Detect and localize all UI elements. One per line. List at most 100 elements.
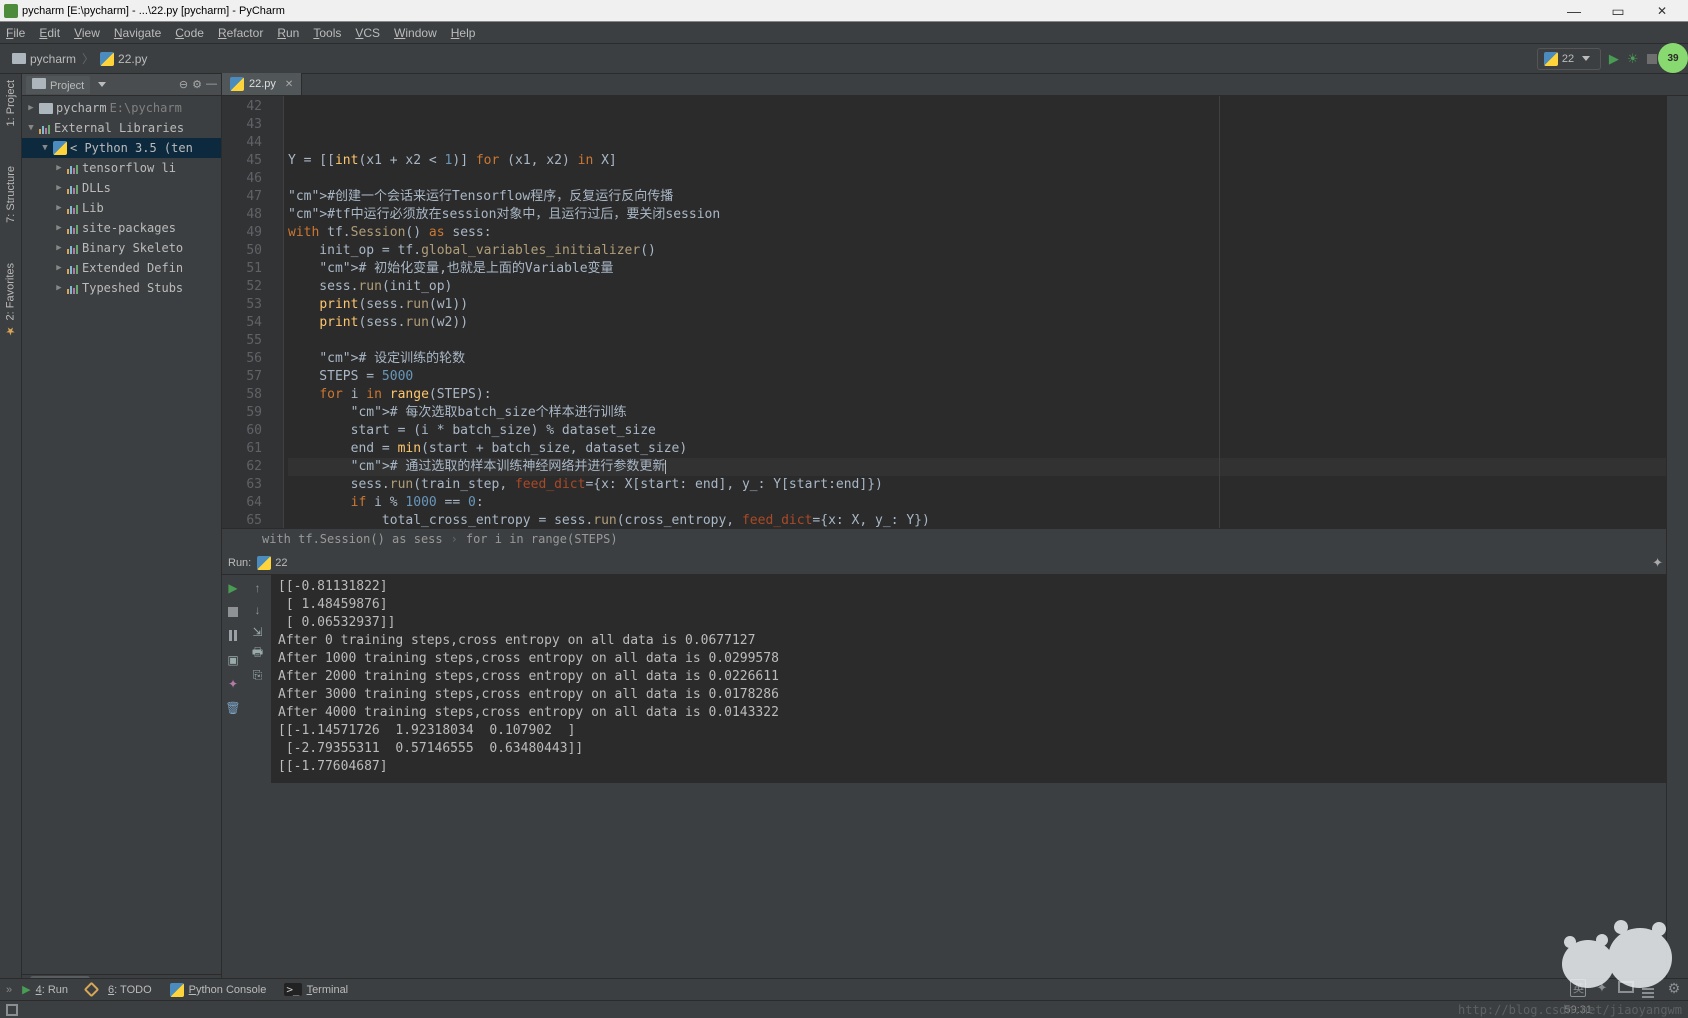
chevron-down-icon[interactable] (98, 82, 106, 87)
bottom-tab-terminal[interactable]: >_Terminal (284, 983, 348, 997)
tree-arrow-icon[interactable]: ▶ (54, 283, 64, 293)
code-line[interactable] (288, 332, 1688, 350)
code-line[interactable]: "cm"># 通过选取的样本训练神经网络并进行参数更新 (288, 458, 1688, 476)
tree-item[interactable]: ▶Binary Skeleto (22, 238, 221, 258)
gear-icon[interactable]: ⚙ (1666, 980, 1682, 997)
code-line[interactable]: "cm"># 初始化变量,也就是上面的Variable变量 (288, 260, 1688, 278)
code-line[interactable]: start = (i * batch_size) % dataset_size (288, 422, 1688, 440)
tool-windows-icon[interactable] (6, 1004, 18, 1016)
code-line[interactable]: print(sess.run(w2)) (288, 314, 1688, 332)
tree-item[interactable]: ▶pycharm E:\pycharm (22, 98, 221, 118)
tree-arrow-icon[interactable]: ▼ (26, 123, 36, 133)
code-line[interactable]: for i in range(STEPS): (288, 386, 1688, 404)
stop-button[interactable] (225, 604, 241, 620)
collapse-icon[interactable]: ⊖ (179, 78, 188, 91)
soft-wrap-button[interactable]: ⇲ (250, 624, 266, 640)
line-number[interactable]: 54 (224, 314, 262, 332)
pause-button[interactable] (225, 628, 241, 644)
code-line[interactable]: "cm">#tf中运行必须放在session对象中，且运行过后，要关闭sessi… (288, 206, 1688, 224)
show-toolwindows-button[interactable]: » (6, 984, 12, 996)
line-number[interactable]: 45 (224, 152, 262, 170)
tree-item[interactable]: ▶site-packages (22, 218, 221, 238)
line-number[interactable]: 61 (224, 440, 262, 458)
code-line[interactable]: "cm"># 每次选取batch_size个样本进行训练 (288, 404, 1688, 422)
tree-arrow-icon[interactable]: ▼ (40, 143, 50, 153)
menu-help[interactable]: Help (451, 26, 476, 40)
menu-vcs[interactable]: VCS (355, 26, 380, 40)
tree-arrow-icon[interactable]: ▶ (54, 163, 64, 173)
line-number[interactable]: 43 (224, 116, 262, 134)
line-number[interactable]: 52 (224, 278, 262, 296)
code-line[interactable]: print(sess.run(w1)) (288, 296, 1688, 314)
tree-item[interactable]: ▶Typeshed Stubs (22, 278, 221, 298)
line-number[interactable]: 49 (224, 224, 262, 242)
tree-arrow-icon[interactable]: ▶ (54, 263, 64, 273)
tree-arrow-icon[interactable]: ▶ (26, 103, 36, 113)
stop-button[interactable] (1647, 54, 1657, 64)
tray-icon[interactable]: ✦ (1594, 980, 1610, 996)
bottom-tab-pythonconsole[interactable]: Python Console (170, 983, 267, 997)
tray-icon[interactable] (1642, 978, 1658, 998)
code-line[interactable]: end = min(start + batch_size, dataset_si… (288, 440, 1688, 458)
line-number[interactable]: 55 (224, 332, 262, 350)
pin-button[interactable]: ✦ (225, 676, 241, 692)
code-line[interactable]: sess.run(train_step, feed_dict={x: X[sta… (288, 476, 1688, 494)
tree-arrow-icon[interactable]: ▶ (54, 183, 64, 193)
code-line[interactable]: if i % 1000 == 0: (288, 494, 1688, 512)
code-line[interactable]: with tf.Session() as sess: (288, 224, 1688, 242)
tree-arrow-icon[interactable]: ▶ (54, 243, 64, 253)
code-line[interactable]: STEPS = 5000 (288, 368, 1688, 386)
close-tab-icon[interactable]: ✕ (285, 79, 293, 90)
code-line[interactable]: sess.run(init_op) (288, 278, 1688, 296)
line-number[interactable]: 64 (224, 494, 262, 512)
trash-button[interactable]: 🗑 (225, 700, 241, 716)
breadcrumb-segment[interactable]: with tf.Session() as sess (262, 532, 443, 546)
line-number[interactable]: 65 (224, 512, 262, 528)
tree-arrow-icon[interactable]: ▶ (54, 223, 64, 233)
tree-item[interactable]: ▶Lib (22, 198, 221, 218)
export-button[interactable]: ⎘ (250, 668, 266, 684)
code-editor[interactable]: 4243444546474849505152535455565758596061… (222, 96, 1688, 528)
code-breadcrumb[interactable]: with tf.Session() as sess›for i in range… (222, 528, 1688, 550)
tool-tab-project[interactable]: 1: Project (5, 80, 17, 126)
code-line[interactable]: Y = [[int(x1 + x2 < 1)] for (x1, x2) in … (288, 152, 1688, 170)
code-line[interactable] (288, 170, 1688, 188)
project-tab[interactable]: Project (26, 76, 90, 94)
bottom-tab-run[interactable]: ▶4: Run (22, 983, 68, 997)
ime-indicator[interactable]: 英 (1570, 979, 1586, 997)
tree-item[interactable]: ▶Extended Defin (22, 258, 221, 278)
menu-code[interactable]: Code (175, 26, 204, 40)
line-number[interactable]: 63 (224, 476, 262, 494)
hide-icon[interactable]: — (206, 78, 217, 91)
tree-item[interactable]: ▼External Libraries (22, 118, 221, 138)
line-number[interactable]: 44 (224, 134, 262, 152)
line-number[interactable]: 47 (224, 188, 262, 206)
code-line[interactable]: init_op = tf.global_variables_initialize… (288, 242, 1688, 260)
line-number[interactable]: 56 (224, 350, 262, 368)
tree-arrow-icon[interactable]: ▶ (54, 203, 64, 213)
breadcrumb-folder[interactable]: pycharm (6, 52, 82, 66)
menu-edit[interactable]: Edit (39, 26, 60, 40)
breadcrumb-segment[interactable]: for i in range(STEPS) (466, 532, 618, 546)
fold-gutter[interactable] (268, 96, 284, 528)
menu-file[interactable]: File (6, 26, 25, 40)
debug-button[interactable]: ☀ (1627, 51, 1639, 67)
code-area[interactable]: Y = [[int(x1 + x2 < 1)] for (x1, x2) in … (284, 96, 1688, 528)
project-tree[interactable]: ▶pycharm E:\pycharm▼External Libraries▼<… (22, 96, 221, 300)
minimize-button[interactable]: — (1552, 0, 1596, 22)
menu-view[interactable]: View (74, 26, 100, 40)
line-number[interactable]: 51 (224, 260, 262, 278)
editor-tab[interactable]: 22.py ✕ (222, 73, 302, 95)
notification-badge[interactable]: 39 (1658, 43, 1688, 73)
settings-icon[interactable]: ⚙ (192, 78, 202, 91)
line-number[interactable]: 53 (224, 296, 262, 314)
tree-item[interactable]: ▶DLLs (22, 178, 221, 198)
menu-navigate[interactable]: Navigate (114, 26, 161, 40)
line-number[interactable]: 62 (224, 458, 262, 476)
line-number[interactable]: 60 (224, 422, 262, 440)
menu-run[interactable]: Run (277, 26, 299, 40)
tool-tab-structure[interactable]: 7: Structure (5, 166, 17, 223)
line-number[interactable]: 42 (224, 98, 262, 116)
line-number[interactable]: 58 (224, 386, 262, 404)
bottom-tab-todo[interactable]: 6: TODO (86, 983, 152, 997)
